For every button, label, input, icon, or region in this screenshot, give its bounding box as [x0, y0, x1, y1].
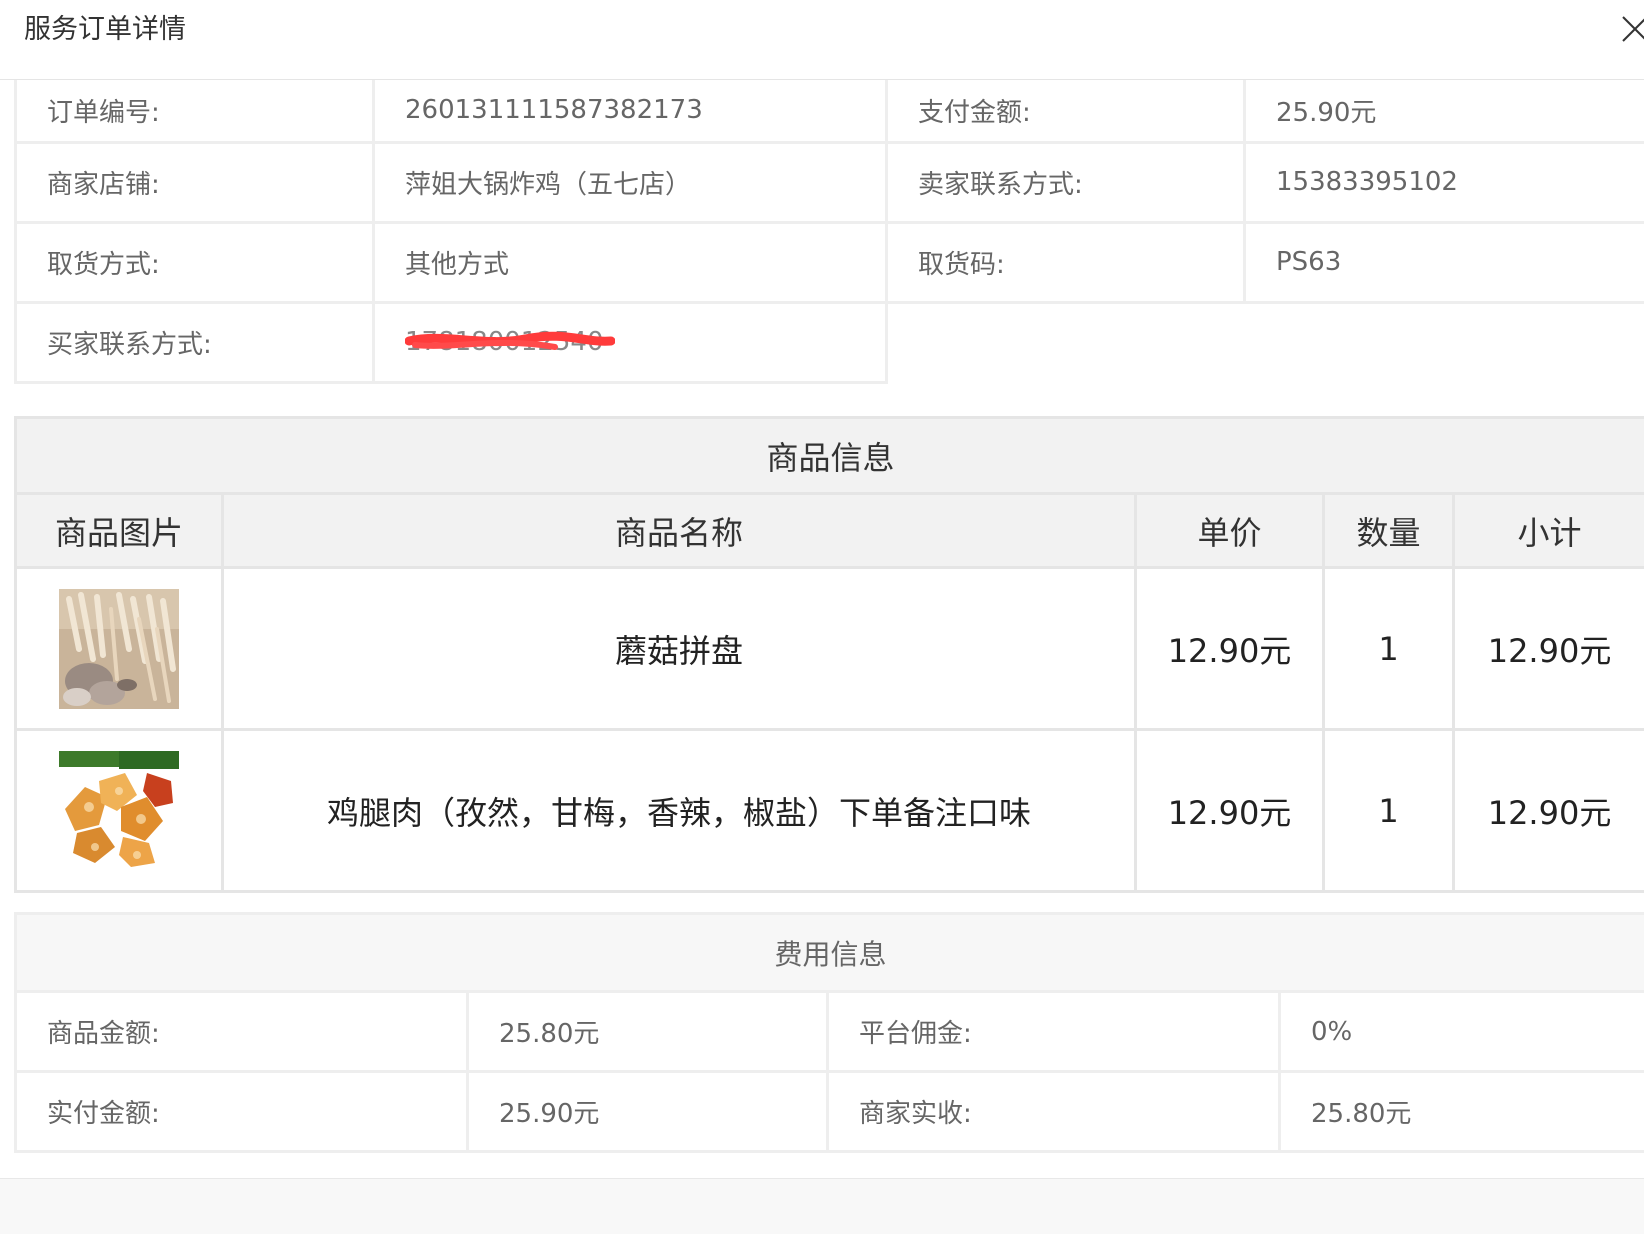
pay-amount-value: 25.90元 — [1243, 80, 1644, 144]
fee-row: 实付金额: 25.90元 商家实收: 25.80元 — [14, 1070, 1644, 1153]
merchant-received-label: 商家实收: — [826, 1070, 1281, 1153]
pickup-code-value: PS63 — [1243, 220, 1644, 304]
fried-chicken-image[interactable] — [59, 750, 179, 871]
goods-amount-label: 商品金额: — [14, 990, 469, 1073]
fee-row: 商品金额: 25.80元 平台佣金: 0% — [14, 990, 1644, 1073]
order-detail-modal: 服务订单详情 订单编号: 260131111587382173 支付金额: 25… — [0, 0, 1644, 1234]
goods-caption: 商品信息 — [13, 416, 1644, 495]
modal-title: 服务订单详情 — [24, 14, 186, 45]
fee-table: 费用信息 商品金额: 25.80元 平台佣金: 0% 实付金额: 25.90元 … — [13, 912, 1644, 1153]
goods-caption-row: 商品信息 — [13, 416, 1644, 495]
header-qty: 数量 — [1322, 492, 1455, 569]
shop-value: 萍姐大锅炸鸡（五七店） — [372, 140, 888, 224]
pickup-method-label: 取货方式: — [14, 220, 375, 304]
order-no-value: 260131111587382173 — [372, 80, 888, 144]
close-icon[interactable] — [1620, 14, 1644, 44]
order-info-row: 取货方式: 其他方式 取货码: PS63 — [14, 220, 1644, 304]
order-info-table: 订单编号: 260131111587382173 支付金额: 25.90元 商家… — [14, 80, 1644, 384]
goods-amount-value: 25.80元 — [466, 990, 829, 1073]
goods-price: 12.90元 — [1134, 728, 1325, 893]
goods-qty: 1 — [1322, 728, 1455, 893]
goods-qty: 1 — [1322, 566, 1455, 731]
seller-contact-value: 15383395102 — [1243, 140, 1644, 224]
table-row: 鸡腿肉（孜然，甘梅，香辣，椒盐）下单备注口味 12.90元 1 12.90元 — [14, 728, 1644, 893]
commission-value: 0% — [1277, 990, 1644, 1073]
merchant-received-value: 25.80元 — [1277, 1070, 1644, 1153]
goods-header-row: 商品图片 商品名称 单价 数量 小计 — [14, 492, 1644, 569]
fee-caption: 费用信息 — [13, 912, 1644, 993]
fee-caption-row: 费用信息 — [13, 912, 1644, 993]
goods-subtotal: 12.90元 — [1451, 566, 1644, 731]
pay-amount-label: 支付金额: — [885, 80, 1246, 144]
header-subtotal: 小计 — [1451, 492, 1644, 569]
buyer-contact-label: 买家联系方式: — [14, 300, 375, 384]
goods-image-cell — [14, 566, 224, 731]
header-image: 商品图片 — [14, 492, 224, 569]
pickup-method-value: 其他方式 — [372, 220, 888, 304]
modal-footer — [0, 1178, 1644, 1234]
goods-table: 商品信息 商品图片 商品名称 单价 数量 小计 蘑菇拼盘 12.90元 1 12… — [13, 416, 1644, 893]
modal-header: 服务订单详情 — [0, 0, 1644, 80]
mushroom-platter-image[interactable] — [59, 588, 179, 709]
order-info-row: 订单编号: 260131111587382173 支付金额: 25.90元 — [14, 80, 1644, 144]
pickup-code-label: 取货码: — [885, 220, 1246, 304]
goods-name: 鸡腿肉（孜然，甘梅，香辣，椒盐）下单备注口味 — [221, 728, 1137, 893]
shop-label: 商家店铺: — [14, 140, 375, 224]
goods-name: 蘑菇拼盘 — [221, 566, 1137, 731]
order-no-label: 订单编号: — [14, 80, 375, 144]
table-row: 蘑菇拼盘 12.90元 1 12.90元 — [14, 566, 1644, 731]
redacted-phone: 178180012540 — [405, 327, 615, 357]
header-name: 商品名称 — [221, 492, 1137, 569]
order-info-row: 商家店铺: 萍姐大锅炸鸡（五七店） 卖家联系方式: 15383395102 — [14, 140, 1644, 224]
paid-amount-label: 实付金额: — [14, 1070, 469, 1153]
order-info-row: 买家联系方式: 178180012540 — [14, 300, 1644, 384]
buyer-contact-value: 178180012540 — [372, 300, 888, 384]
commission-label: 平台佣金: — [826, 990, 1281, 1073]
goods-price: 12.90元 — [1134, 566, 1325, 731]
seller-contact-label: 卖家联系方式: — [885, 140, 1246, 224]
redaction-scribble-icon — [405, 331, 615, 350]
empty-cell — [887, 302, 1245, 382]
header-price: 单价 — [1134, 492, 1325, 569]
paid-amount-value: 25.90元 — [466, 1070, 829, 1153]
empty-cell — [1245, 302, 1644, 382]
goods-image-cell — [14, 728, 224, 893]
goods-subtotal: 12.90元 — [1451, 728, 1644, 893]
